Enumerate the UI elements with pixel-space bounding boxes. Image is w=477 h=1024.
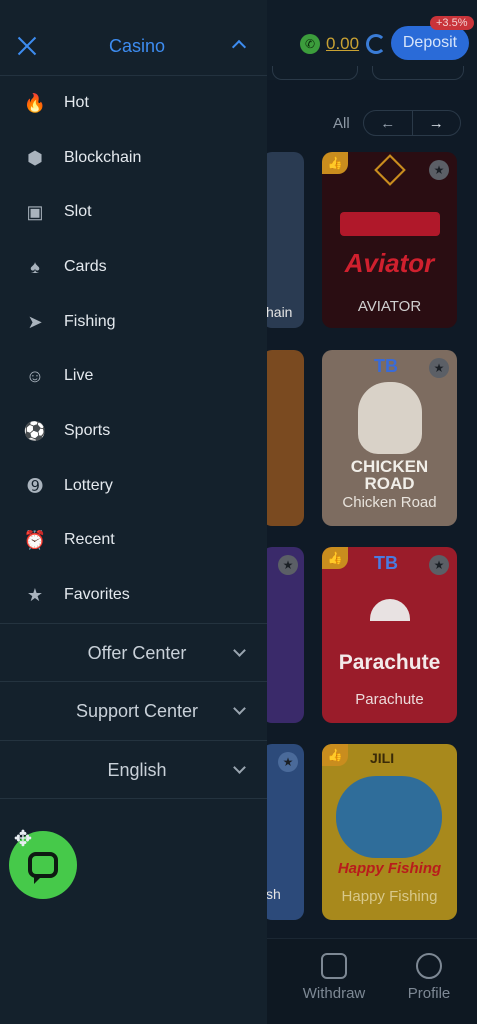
thumbs-up-icon: 👍 (322, 744, 348, 766)
menu-item-label: Cards (64, 258, 107, 275)
provider-logo-tb: TB (374, 553, 398, 573)
menu-item-label: Live (64, 367, 94, 384)
nav-profile-label: Profile (407, 985, 451, 1002)
section-label: Offer Center (87, 643, 187, 663)
nav-withdraw[interactable]: Withdraw (298, 953, 370, 1002)
menu-item-label: Favorites (64, 586, 130, 603)
section-label: Support Center (75, 701, 199, 721)
chicken-road-art-line1: CHICKEN (350, 457, 429, 476)
clock-icon: ⏰ (23, 529, 47, 550)
game-card[interactable]: ★ (262, 547, 304, 723)
section-support-center[interactable]: Support Center (0, 681, 267, 739)
chicken-road-art-line2: ROAD (364, 474, 415, 493)
menu-item-recent[interactable]: ⏰ Recent (0, 517, 267, 563)
provider-logo-icon (374, 154, 406, 186)
game-card-label: Parachute (355, 691, 424, 708)
drawer-header[interactable]: Casino (0, 12, 267, 76)
provider-logo-tb: TB (374, 356, 398, 376)
section-language[interactable]: English (0, 740, 267, 798)
refresh-icon[interactable] (366, 34, 386, 54)
favorite-star-icon[interactable]: ★ (278, 555, 298, 575)
drag-move-icon[interactable]: ✥ (10, 826, 36, 852)
chicken-road-art-text: CHICKEN ROAD (322, 458, 457, 492)
nav-profile[interactable]: Profile (400, 953, 458, 1002)
game-card-aviator[interactable]: 👍 ★ Aviator AVIATOR (322, 152, 457, 328)
divider (0, 798, 267, 799)
game-card-label: hain (266, 304, 293, 320)
menu-item-label: Slot (64, 203, 92, 220)
cube-icon: ⬢ (27, 147, 43, 168)
category-pill[interactable] (372, 66, 464, 80)
thumbs-up-icon: 👍 (322, 547, 348, 569)
profile-icon (416, 953, 442, 979)
flame-icon: 🔥 (23, 92, 47, 113)
game-card-label: Chicken Road (342, 494, 437, 511)
cards-icon: ♠ (30, 256, 40, 277)
game-card[interactable] (262, 350, 304, 526)
game-card-parachute[interactable]: 👍 ★ TB Parachute Parachute (322, 547, 457, 723)
menu-item-cards[interactable]: ♠ Cards (0, 244, 267, 290)
chicken-icon (358, 382, 422, 454)
whatsapp-icon[interactable]: ✆ (300, 34, 320, 54)
nav-withdraw-label: Withdraw (302, 985, 366, 1002)
game-card-label: sh (266, 886, 281, 902)
favorite-star-icon[interactable]: ★ (429, 358, 449, 378)
favorite-star-icon[interactable]: ★ (429, 160, 449, 180)
menu-item-label: Blockchain (64, 149, 142, 166)
favorite-star-icon[interactable]: ★ (278, 752, 298, 772)
deposit-button[interactable]: Deposit (391, 26, 469, 60)
wallet-balance[interactable]: ✆ 0.00 (300, 34, 359, 54)
category-pill[interactable] (272, 66, 358, 80)
thumbs-up-icon: 👍 (322, 152, 348, 174)
star-icon: ★ (26, 584, 44, 605)
menu-item-slot[interactable]: ▣ Slot (0, 189, 267, 235)
soccer-ball-icon: ⚽ (23, 420, 47, 441)
parachute-art-text: Parachute (338, 651, 441, 674)
menu-item-label: Hot (64, 94, 89, 111)
parachute-icon (370, 599, 410, 621)
carousel-arrows: ← → (363, 110, 461, 136)
chat-bubble-icon (28, 852, 58, 884)
menu-item-label: Lottery (64, 477, 113, 494)
balance-amount[interactable]: 0.00 (326, 34, 359, 54)
withdraw-icon (321, 953, 347, 979)
game-card-label: AVIATOR (357, 298, 422, 315)
aviator-art-text: Aviator (344, 248, 435, 278)
arrow-left-icon[interactable]: ← (364, 111, 412, 135)
menu-item-sports[interactable]: ⚽ Sports (0, 408, 267, 454)
arrow-right-icon[interactable]: → (411, 111, 461, 135)
deposit-bonus-badge: +3.5% (430, 16, 474, 30)
menu-item-label: Fishing (64, 313, 116, 330)
menu-item-label: Sports (64, 422, 111, 439)
menu-item-label: Recent (64, 531, 115, 548)
menu-item-fishing[interactable]: ➤ Fishing (0, 299, 267, 345)
plane-icon (340, 212, 440, 236)
menu-item-favorites[interactable]: ★ Favorites (0, 572, 267, 618)
fish-icon: ➤ (27, 311, 43, 332)
menu-item-hot[interactable]: 🔥 Hot (0, 80, 267, 126)
game-card-happy-fishing[interactable]: 👍 JILI Happy Fishing Happy Fishing (322, 744, 457, 920)
menu-item-lottery[interactable]: ➒ Lottery (0, 463, 267, 509)
happy-fishing-art-text: Happy Fishing (337, 860, 442, 877)
lottery-ball-icon: ➒ (27, 475, 43, 496)
menu-item-live[interactable]: ☺ Live (0, 353, 267, 399)
provider-logo-jili: JILI (370, 750, 395, 766)
menu-item-blockchain[interactable]: ⬢ Blockchain (0, 135, 267, 181)
section-label: English (107, 760, 167, 780)
shark-icon (336, 776, 442, 858)
favorite-star-icon[interactable]: ★ (429, 555, 449, 575)
game-card-label: Happy Fishing (341, 888, 438, 905)
filter-all[interactable]: All (333, 115, 350, 132)
slot-machine-icon: ▣ (26, 201, 44, 222)
game-card-chicken-road[interactable]: ★ TB CHICKEN ROAD Chicken Road (322, 350, 457, 526)
section-offer-center[interactable]: Offer Center (0, 623, 267, 681)
live-dealer-icon: ☺ (25, 365, 45, 386)
game-card[interactable]: hain (262, 152, 304, 328)
